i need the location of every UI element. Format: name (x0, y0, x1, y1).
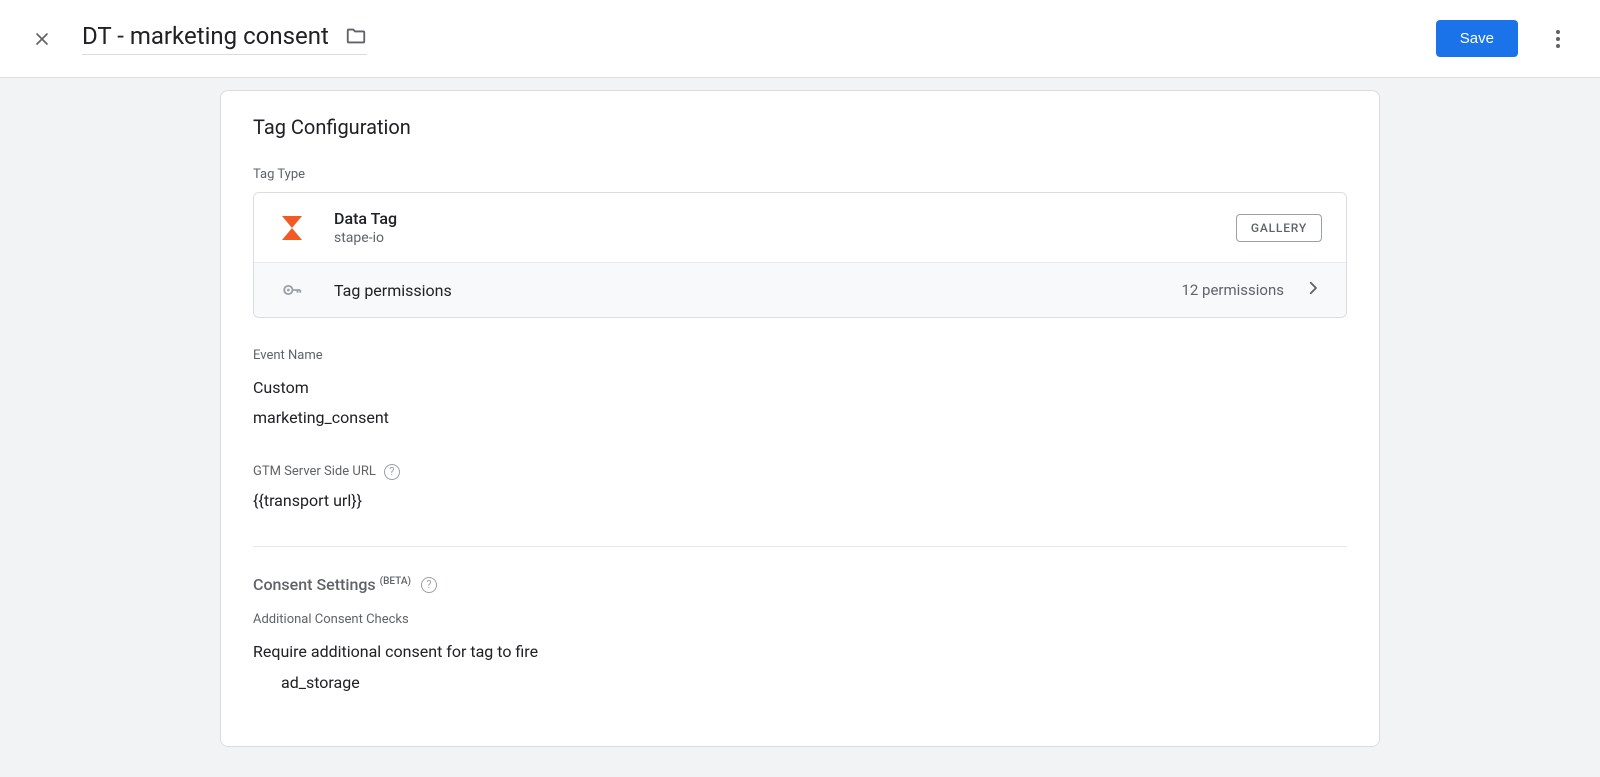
consent-checks-label: Additional Consent Checks (253, 612, 1347, 627)
close-button[interactable] (30, 27, 54, 51)
event-name-label: Event Name (253, 348, 1347, 363)
header: DT - marketing consent Save (0, 0, 1600, 78)
help-icon[interactable]: ? (384, 464, 400, 480)
tag-name: Data Tag (334, 209, 1236, 228)
event-name-value-1: Custom (253, 373, 1347, 403)
consent-checks-block: Additional Consent Checks Require additi… (253, 612, 1347, 698)
event-name-block: Event Name Custom marketing_consent (253, 348, 1347, 434)
consent-heading: Consent Settings (BETA) (253, 575, 411, 594)
data-tag-icon (278, 214, 306, 242)
divider (253, 546, 1347, 547)
server-url-value: {{transport url}} (253, 486, 1347, 516)
tag-type-label: Tag Type (253, 167, 1347, 182)
permissions-count: 12 permissions (1181, 281, 1284, 299)
title-wrap: DT - marketing consent (82, 22, 367, 55)
more-menu-button[interactable] (1546, 27, 1570, 51)
more-vert-icon (1546, 27, 1570, 51)
page-title[interactable]: DT - marketing consent (82, 22, 329, 50)
save-button[interactable]: Save (1436, 20, 1518, 57)
body-area: Tag Configuration Tag Type Data Tag stap… (0, 78, 1600, 777)
chevron-right-icon (1304, 279, 1322, 301)
tag-name-column: Data Tag stape-io (334, 209, 1236, 246)
tag-permissions-row[interactable]: Tag permissions 12 permissions (254, 262, 1346, 317)
consent-heading-text: Consent Settings (253, 575, 376, 594)
tag-configuration-card: Tag Configuration Tag Type Data Tag stap… (220, 90, 1380, 747)
beta-badge: (BETA) (380, 576, 411, 587)
tag-vendor: stape-io (334, 230, 1236, 246)
permissions-label: Tag permissions (334, 281, 1181, 300)
consent-heading-row: Consent Settings (BETA) ? (253, 575, 1347, 594)
server-url-block: GTM Server Side URL ? {{transport url}} (253, 464, 1347, 516)
event-name-value-2: marketing_consent (253, 403, 1347, 433)
gallery-badge[interactable]: GALLERY (1236, 214, 1322, 242)
folder-button[interactable] (345, 25, 367, 47)
server-url-label: GTM Server Side URL (253, 464, 376, 479)
tag-type-box: Data Tag stape-io GALLERY Tag permission… (253, 192, 1347, 318)
consent-storage-value: ad_storage (281, 668, 1347, 698)
close-icon (32, 29, 52, 49)
tag-type-row[interactable]: Data Tag stape-io GALLERY (254, 193, 1346, 262)
help-icon[interactable]: ? (421, 577, 437, 593)
section-title: Tag Configuration (253, 115, 1347, 139)
key-icon (278, 279, 306, 301)
folder-icon (345, 25, 367, 47)
consent-checks-value: Require additional consent for tag to fi… (253, 637, 1347, 667)
